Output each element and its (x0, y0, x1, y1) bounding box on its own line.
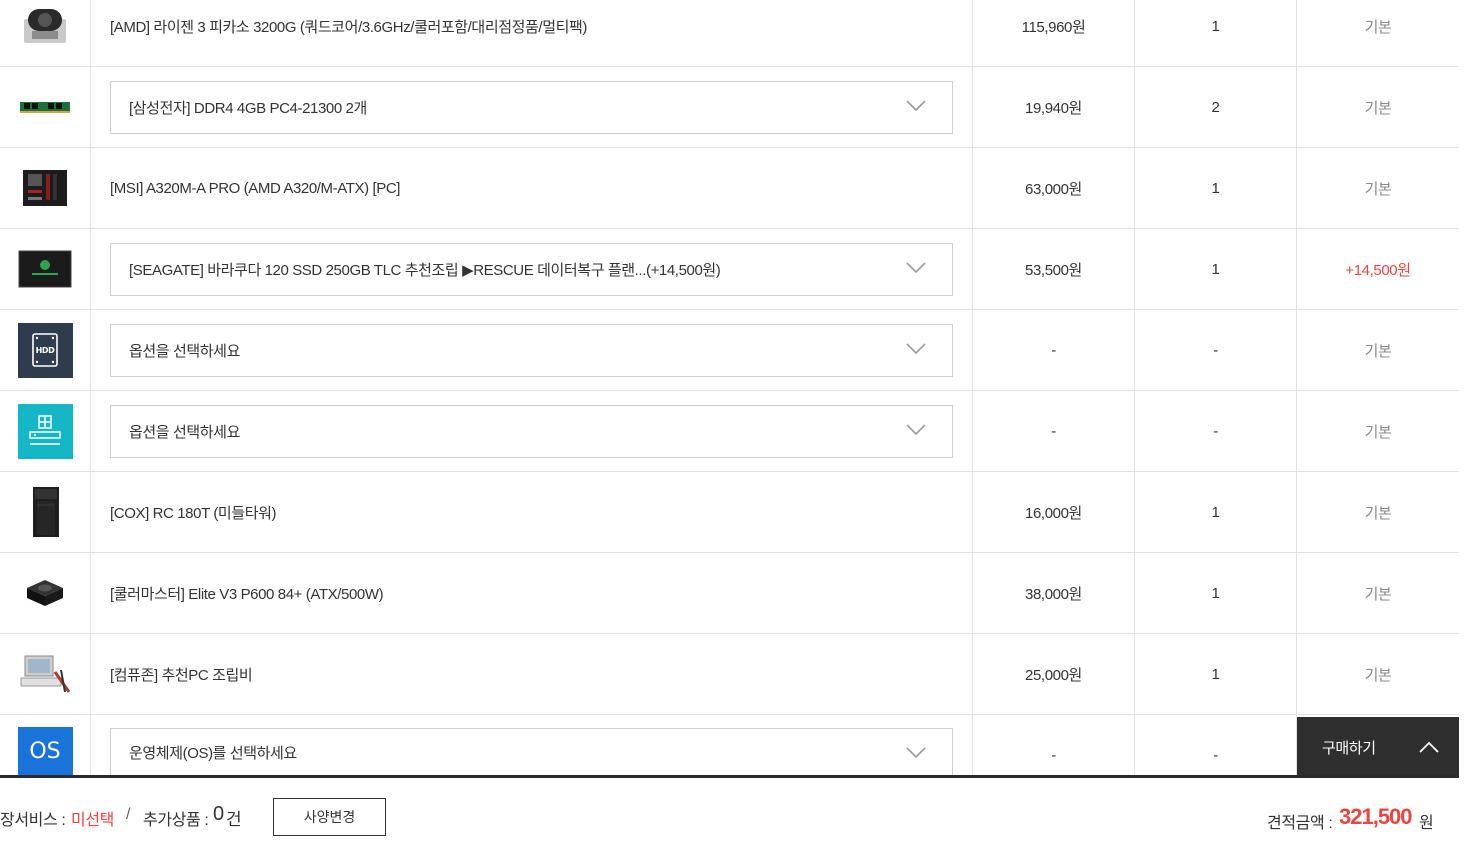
table-row: [MSI] A320M-A PRO (AMD A320/M-ATX) [PC] … (0, 148, 1459, 229)
price: 25,000원 (973, 634, 1135, 714)
quantity: 1 (1135, 229, 1297, 309)
product-name[interactable]: [MSI] A320M-A PRO (AMD A320/M-ATX) [PC] (91, 148, 973, 228)
price: - (973, 391, 1135, 471)
product-image (0, 67, 91, 147)
ssd-icon (17, 249, 73, 289)
chevron-down-icon (906, 746, 926, 763)
select-value: 옵션을 선택하세요 (129, 423, 240, 441)
select-value: 운영체제(OS)를 선택하세요 (129, 745, 297, 762)
product-image (0, 0, 91, 66)
base-status: +14,500원 (1345, 261, 1411, 279)
extra-label: 추가상품 : (143, 812, 209, 829)
product-image (0, 148, 91, 228)
base-status: 기본 (1364, 342, 1392, 360)
select-value: [삼성전자] DDR4 4GB PC4-21300 2개 (129, 99, 367, 117)
quantity: - (1135, 391, 1297, 471)
base-status: 기본 (1364, 666, 1392, 684)
product-name[interactable]: [쿨러마스터] Elite V3 P600 84+ (ATX/500W) (91, 553, 973, 633)
hdd-option-select[interactable]: 옵션을 선택하세요 (110, 323, 953, 377)
chevron-up-icon (1419, 740, 1439, 758)
os-option-select[interactable]: 운영체제(OS)를 선택하세요 (110, 728, 953, 776)
bottom-summary-bar: 장서비스 : 미선택 / 추가상품 : 0 건 사양변경 견적금액 : 321,… (0, 778, 1459, 846)
product-name[interactable]: [컴퓨존] 추천PC 조립비 (91, 634, 973, 714)
assembly-service-icon (17, 651, 73, 697)
total-label: 견적금액 : (1267, 815, 1333, 832)
change-spec-button[interactable]: 사양변경 (273, 798, 386, 836)
base-status: 기본 (1364, 18, 1392, 36)
table-row: [SEAGATE] 바라쿠다 120 SSD 250GB TLC 추천조립 ▶R… (0, 229, 1459, 310)
chevron-down-icon (906, 423, 926, 440)
product-name[interactable]: [COX] RC 180T (미들타워) (91, 472, 973, 552)
quantity: 1 (1135, 634, 1297, 714)
price: 16,000원 (973, 472, 1135, 552)
ram-option-select[interactable]: [삼성전자] DDR4 4GB PC4-21300 2개 (110, 80, 953, 134)
base-status: 기본 (1364, 585, 1392, 603)
table-row: [COX] RC 180T (미들타워) 16,000원 1 기본 (0, 472, 1459, 553)
product-image (0, 634, 91, 714)
ssd-option-select[interactable]: [SEAGATE] 바라쿠다 120 SSD 250GB TLC 추천조립 ▶R… (110, 242, 953, 296)
service-label: 장서비스 : (0, 812, 66, 829)
table-row: [삼성전자] DDR4 4GB PC4-21300 2개 19,940원 2 기… (0, 67, 1459, 148)
buy-button[interactable]: 구매하기 (1297, 717, 1459, 776)
base-status: 기본 (1364, 180, 1392, 198)
separator: / (126, 806, 131, 823)
hdd-icon-label: HDD (36, 346, 56, 355)
product-image: HDD (0, 310, 91, 390)
total-unit: 원 (1419, 815, 1434, 832)
service-value: 미선택 (71, 812, 114, 829)
product-image (0, 391, 91, 471)
price: 53,500원 (973, 229, 1135, 309)
motherboard-icon (17, 168, 73, 208)
chevron-down-icon (906, 342, 926, 359)
quantity: 1 (1135, 472, 1297, 552)
chevron-down-icon (906, 99, 926, 116)
chevron-down-icon (906, 261, 926, 278)
total-value: 321,500 (1339, 804, 1413, 829)
odd-icon (17, 403, 73, 459)
quantity: 1 (1135, 0, 1297, 66)
case-icon (17, 485, 73, 539)
price: 38,000원 (973, 553, 1135, 633)
power-supply-icon (17, 573, 73, 613)
price: 115,960원 (973, 0, 1135, 66)
os-icon-label: OS (29, 738, 61, 764)
table-row: HDD 옵션을 선택하세요 - - 기본 (0, 310, 1459, 391)
os-icon: OS (17, 727, 73, 775)
product-image (0, 553, 91, 633)
select-value: [SEAGATE] 바라쿠다 120 SSD 250GB TLC 추천조립 ▶R… (129, 261, 721, 279)
price: - (973, 310, 1135, 390)
ram-icon (17, 87, 73, 127)
base-status: 기본 (1364, 99, 1392, 117)
price: 19,940원 (973, 67, 1135, 147)
base-status: 기본 (1364, 423, 1392, 441)
product-image (0, 229, 91, 309)
extra-unit: 건 (226, 810, 242, 829)
product-name[interactable]: [AMD] 라이젠 3 피카소 3200G (쿼드코어/3.6GHz/쿨러포함/… (91, 0, 973, 66)
base-status: 기본 (1364, 504, 1392, 522)
table-row: [쿨러마스터] Elite V3 P600 84+ (ATX/500W) 38,… (0, 553, 1459, 634)
extra-count: 0 (213, 803, 224, 825)
quantity: 1 (1135, 148, 1297, 228)
price: 63,000원 (973, 148, 1135, 228)
cpu-icon (17, 6, 73, 46)
buy-button-label: 구매하기 (1322, 740, 1376, 757)
table-row: [AMD] 라이젠 3 피카소 3200G (쿼드코어/3.6GHz/쿨러포함/… (0, 0, 1459, 67)
hdd-icon: HDD (17, 322, 73, 378)
table-row: [컴퓨존] 추천PC 조립비 25,000원 1 기본 (0, 634, 1459, 715)
select-value: 옵션을 선택하세요 (129, 342, 240, 360)
quantity: 2 (1135, 67, 1297, 147)
quantity: 1 (1135, 553, 1297, 633)
product-image (0, 472, 91, 552)
odd-option-select[interactable]: 옵션을 선택하세요 (110, 404, 953, 458)
table-row: 옵션을 선택하세요 - - 기본 (0, 391, 1459, 472)
quantity: - (1135, 310, 1297, 390)
